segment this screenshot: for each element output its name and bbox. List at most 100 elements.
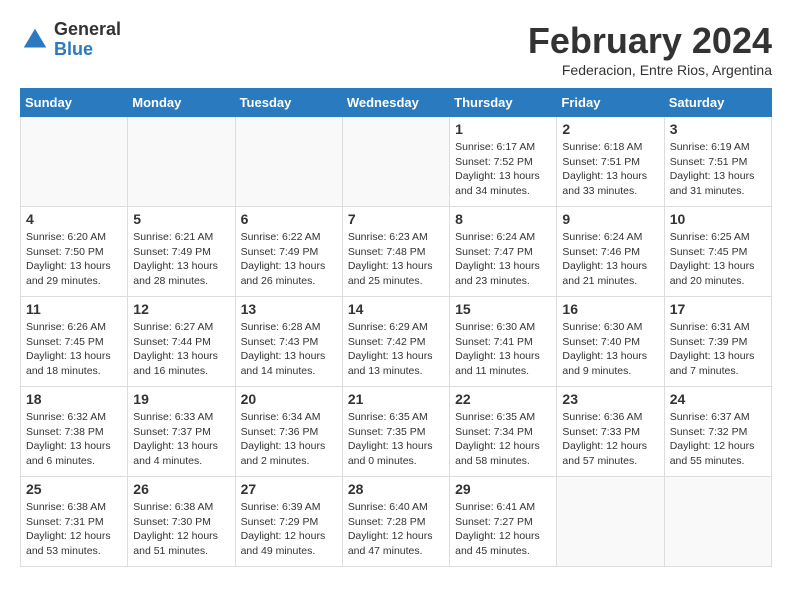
week-row-5: 25 Sunrise: 6:38 AM Sunset: 7:31 PM Dayli… xyxy=(21,477,772,567)
calendar-cell xyxy=(128,117,235,207)
day-info: Sunrise: 6:28 AM Sunset: 7:43 PM Dayligh… xyxy=(241,320,337,379)
day-number: 22 xyxy=(455,391,551,407)
day-number: 28 xyxy=(348,481,444,497)
day-number: 4 xyxy=(26,211,122,227)
day-info: Sunrise: 6:27 AM Sunset: 7:44 PM Dayligh… xyxy=(133,320,229,379)
calendar-cell: 4Sunrise: 6:20 AM Sunset: 7:50 PM Daylig… xyxy=(21,207,128,297)
calendar-cell: 25 Sunrise: 6:38 AM Sunset: 7:31 PM Dayli… xyxy=(21,477,128,567)
calendar-cell: 7 Sunrise: 6:23 AM Sunset: 7:48 PM Daylig… xyxy=(342,207,449,297)
day-number: 9 xyxy=(562,211,658,227)
weekday-header-wednesday: Wednesday xyxy=(342,89,449,117)
day-info: Sunrise: 6:32 AM Sunset: 7:38 PM Dayligh… xyxy=(26,410,122,469)
weekday-header-monday: Monday xyxy=(128,89,235,117)
day-number: 26 xyxy=(133,481,229,497)
calendar-table: SundayMondayTuesdayWednesdayThursdayFrid… xyxy=(20,88,772,567)
day-number: 13 xyxy=(241,301,337,317)
day-number: 14 xyxy=(348,301,444,317)
logo: General Blue xyxy=(20,20,121,60)
weekday-header-friday: Friday xyxy=(557,89,664,117)
day-info: Sunrise: 6:34 AM Sunset: 7:36 PM Dayligh… xyxy=(241,410,337,469)
week-row-1: 1 Sunrise: 6:17 AM Sunset: 7:52 PM Daylig… xyxy=(21,117,772,207)
calendar-cell: 14 Sunrise: 6:29 AM Sunset: 7:42 PM Dayli… xyxy=(342,297,449,387)
calendar-cell: 23Sunrise: 6:36 AM Sunset: 7:33 PM Dayli… xyxy=(557,387,664,477)
day-number: 1 xyxy=(455,121,551,137)
day-number: 20 xyxy=(241,391,337,407)
week-row-4: 18 Sunrise: 6:32 AM Sunset: 7:38 PM Dayli… xyxy=(21,387,772,477)
calendar-cell xyxy=(557,477,664,567)
day-number: 21 xyxy=(348,391,444,407)
day-info: Sunrise: 6:39 AM Sunset: 7:29 PM Dayligh… xyxy=(241,500,337,559)
logo-blue-text: Blue xyxy=(54,40,121,60)
day-info: Sunrise: 6:35 AM Sunset: 7:35 PM Dayligh… xyxy=(348,410,444,469)
weekday-header-tuesday: Tuesday xyxy=(235,89,342,117)
day-info: Sunrise: 6:23 AM Sunset: 7:48 PM Dayligh… xyxy=(348,230,444,289)
calendar-cell: 9 Sunrise: 6:24 AM Sunset: 7:46 PM Daylig… xyxy=(557,207,664,297)
calendar-cell: 11 Sunrise: 6:26 AM Sunset: 7:45 PM Dayli… xyxy=(21,297,128,387)
calendar-cell: 28 Sunrise: 6:40 AM Sunset: 7:28 PM Dayli… xyxy=(342,477,449,567)
day-info: Sunrise: 6:33 AM Sunset: 7:37 PM Dayligh… xyxy=(133,410,229,469)
day-info: Sunrise: 6:38 AM Sunset: 7:31 PM Dayligh… xyxy=(26,500,122,559)
calendar-cell: 1 Sunrise: 6:17 AM Sunset: 7:52 PM Daylig… xyxy=(450,117,557,207)
logo-general-text: General xyxy=(54,20,121,40)
day-info: Sunrise: 6:40 AM Sunset: 7:28 PM Dayligh… xyxy=(348,500,444,559)
day-info: Sunrise: 6:35 AM Sunset: 7:34 PM Dayligh… xyxy=(455,410,551,469)
day-number: 2 xyxy=(562,121,658,137)
calendar-cell xyxy=(21,117,128,207)
day-info: Sunrise: 6:17 AM Sunset: 7:52 PM Dayligh… xyxy=(455,140,551,199)
day-info: Sunrise: 6:38 AM Sunset: 7:30 PM Dayligh… xyxy=(133,500,229,559)
calendar-cell: 5Sunrise: 6:21 AM Sunset: 7:49 PM Daylig… xyxy=(128,207,235,297)
calendar-cell: 29 Sunrise: 6:41 AM Sunset: 7:27 PM Dayli… xyxy=(450,477,557,567)
calendar-cell: 27 Sunrise: 6:39 AM Sunset: 7:29 PM Dayli… xyxy=(235,477,342,567)
day-number: 19 xyxy=(133,391,229,407)
week-row-2: 4Sunrise: 6:20 AM Sunset: 7:50 PM Daylig… xyxy=(21,207,772,297)
day-info: Sunrise: 6:29 AM Sunset: 7:42 PM Dayligh… xyxy=(348,320,444,379)
calendar-cell: 13 Sunrise: 6:28 AM Sunset: 7:43 PM Dayli… xyxy=(235,297,342,387)
day-number: 27 xyxy=(241,481,337,497)
calendar-cell xyxy=(235,117,342,207)
title-area: February 2024 Federacion, Entre Rios, Ar… xyxy=(528,20,772,78)
day-info: Sunrise: 6:37 AM Sunset: 7:32 PM Dayligh… xyxy=(670,410,766,469)
calendar-cell: 6 Sunrise: 6:22 AM Sunset: 7:49 PM Daylig… xyxy=(235,207,342,297)
day-info: Sunrise: 6:18 AM Sunset: 7:51 PM Dayligh… xyxy=(562,140,658,199)
day-number: 18 xyxy=(26,391,122,407)
weekday-header-saturday: Saturday xyxy=(664,89,771,117)
calendar-cell: 2 Sunrise: 6:18 AM Sunset: 7:51 PM Daylig… xyxy=(557,117,664,207)
day-info: Sunrise: 6:30 AM Sunset: 7:41 PM Dayligh… xyxy=(455,320,551,379)
day-number: 7 xyxy=(348,211,444,227)
day-info: Sunrise: 6:30 AM Sunset: 7:40 PM Dayligh… xyxy=(562,320,658,379)
weekday-header-row: SundayMondayTuesdayWednesdayThursdayFrid… xyxy=(21,89,772,117)
day-number: 10 xyxy=(670,211,766,227)
day-number: 8 xyxy=(455,211,551,227)
calendar-cell: 3 Sunrise: 6:19 AM Sunset: 7:51 PM Daylig… xyxy=(664,117,771,207)
calendar-cell: 12Sunrise: 6:27 AM Sunset: 7:44 PM Dayli… xyxy=(128,297,235,387)
day-number: 3 xyxy=(670,121,766,137)
day-info: Sunrise: 6:41 AM Sunset: 7:27 PM Dayligh… xyxy=(455,500,551,559)
day-number: 24 xyxy=(670,391,766,407)
day-number: 16 xyxy=(562,301,658,317)
logo-icon xyxy=(20,25,50,55)
calendar-cell: 19 Sunrise: 6:33 AM Sunset: 7:37 PM Dayli… xyxy=(128,387,235,477)
calendar-cell: 21 Sunrise: 6:35 AM Sunset: 7:35 PM Dayli… xyxy=(342,387,449,477)
day-info: Sunrise: 6:19 AM Sunset: 7:51 PM Dayligh… xyxy=(670,140,766,199)
day-number: 6 xyxy=(241,211,337,227)
calendar-cell: 26 Sunrise: 6:38 AM Sunset: 7:30 PM Dayli… xyxy=(128,477,235,567)
calendar-cell: 20 Sunrise: 6:34 AM Sunset: 7:36 PM Dayli… xyxy=(235,387,342,477)
day-info: Sunrise: 6:26 AM Sunset: 7:45 PM Dayligh… xyxy=(26,320,122,379)
calendar-cell xyxy=(342,117,449,207)
calendar-cell: 8 Sunrise: 6:24 AM Sunset: 7:47 PM Daylig… xyxy=(450,207,557,297)
weekday-header-sunday: Sunday xyxy=(21,89,128,117)
day-number: 29 xyxy=(455,481,551,497)
day-info: Sunrise: 6:24 AM Sunset: 7:46 PM Dayligh… xyxy=(562,230,658,289)
day-number: 25 xyxy=(26,481,122,497)
calendar-cell: 15 Sunrise: 6:30 AM Sunset: 7:41 PM Dayli… xyxy=(450,297,557,387)
calendar-cell: 24 Sunrise: 6:37 AM Sunset: 7:32 PM Dayli… xyxy=(664,387,771,477)
week-row-3: 11 Sunrise: 6:26 AM Sunset: 7:45 PM Dayli… xyxy=(21,297,772,387)
weekday-header-thursday: Thursday xyxy=(450,89,557,117)
day-info: Sunrise: 6:36 AM Sunset: 7:33 PM Dayligh… xyxy=(562,410,658,469)
day-number: 15 xyxy=(455,301,551,317)
day-number: 5 xyxy=(133,211,229,227)
day-number: 11 xyxy=(26,301,122,317)
calendar-cell: 16 Sunrise: 6:30 AM Sunset: 7:40 PM Dayli… xyxy=(557,297,664,387)
day-info: Sunrise: 6:22 AM Sunset: 7:49 PM Dayligh… xyxy=(241,230,337,289)
day-info: Sunrise: 6:24 AM Sunset: 7:47 PM Dayligh… xyxy=(455,230,551,289)
